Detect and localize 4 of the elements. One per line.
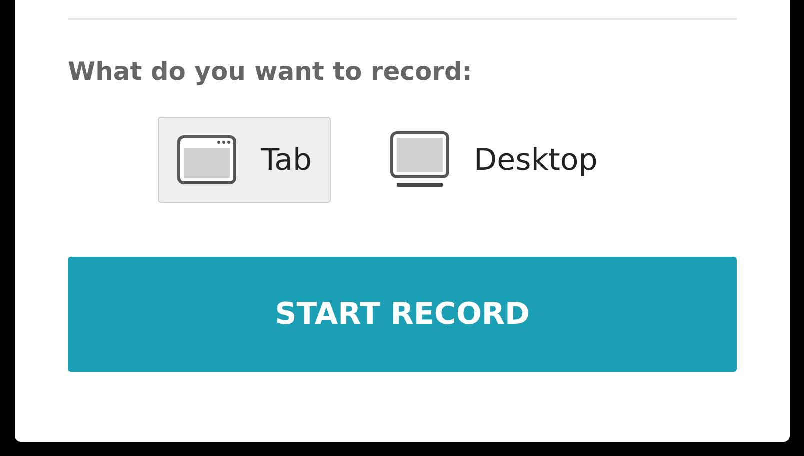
monitor-icon	[390, 131, 450, 189]
record-option[interactable]: Tab	[158, 117, 332, 203]
record-heading: What do you want to record:	[68, 56, 474, 88]
browser-window-icon	[177, 135, 238, 185]
